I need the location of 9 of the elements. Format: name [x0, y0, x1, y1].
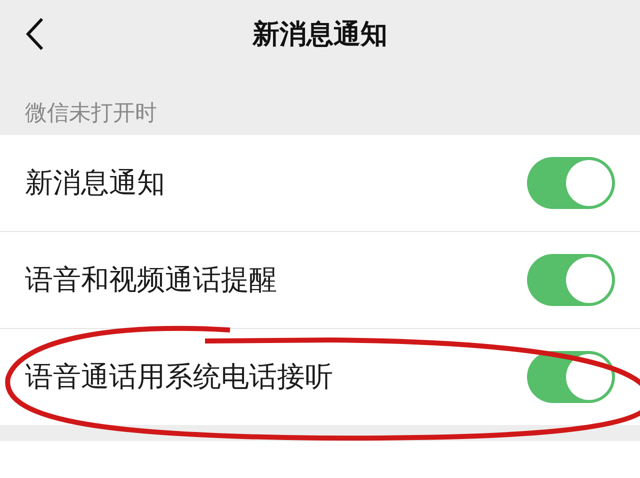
toggle-switch[interactable]	[527, 254, 615, 306]
setting-label: 语音通话用系统电话接听	[25, 359, 333, 395]
toggle-switch[interactable]	[527, 157, 615, 209]
back-icon[interactable]	[25, 17, 45, 51]
setting-label: 语音和视频通话提醒	[25, 262, 277, 298]
section-label: 微信未打开时	[24, 100, 158, 128]
toggle-switch[interactable]	[527, 351, 615, 403]
setting-label: 新消息通知	[25, 165, 165, 201]
page-title: 新消息通知	[252, 18, 388, 52]
